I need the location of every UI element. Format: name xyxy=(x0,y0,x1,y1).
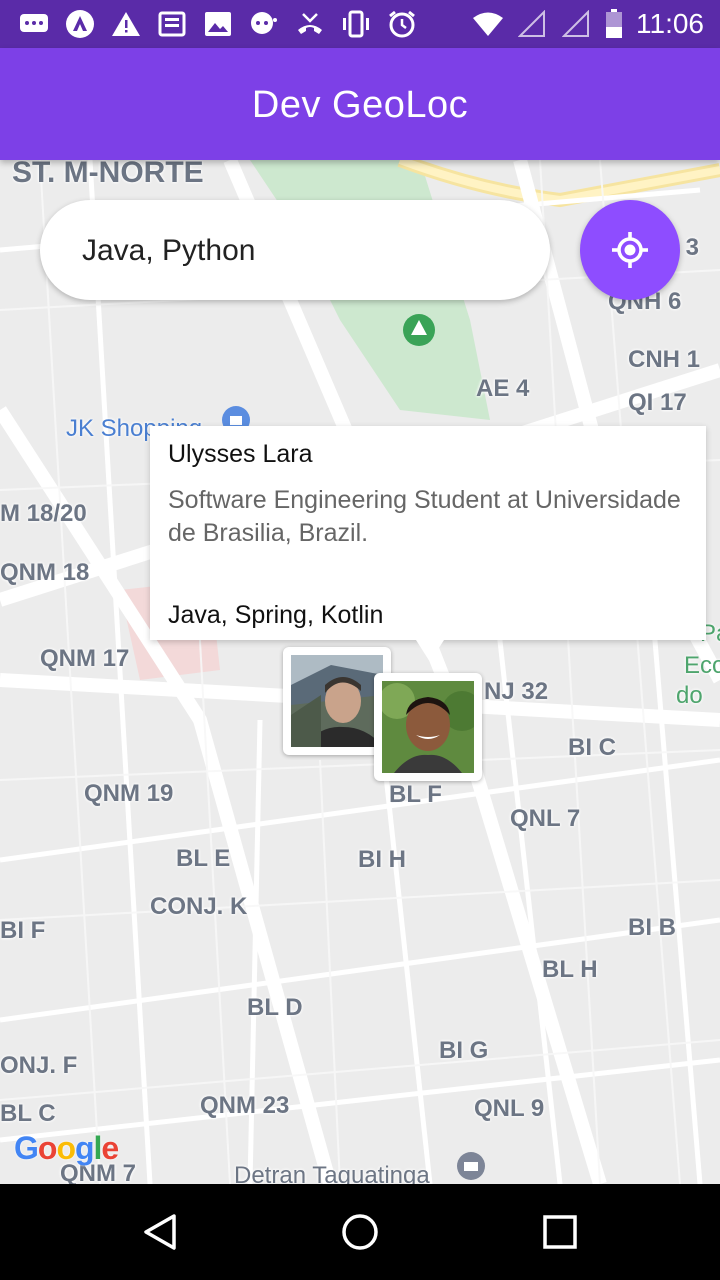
dev-name: Ulysses Lara xyxy=(168,440,313,468)
app-icon xyxy=(64,8,96,40)
map-label: BL H xyxy=(542,956,598,983)
warning-icon xyxy=(110,8,142,40)
navigation-bar xyxy=(0,1184,720,1280)
map-label: CNH 1 xyxy=(628,346,701,373)
google-letter: o xyxy=(37,1130,58,1166)
map-label: QNL 7 xyxy=(510,805,581,832)
avatar xyxy=(291,655,383,747)
map-label: NJ 32 xyxy=(484,678,549,705)
news-icon xyxy=(156,8,188,40)
map-label: Eco xyxy=(684,652,720,679)
system-status: 11:06 xyxy=(472,8,704,40)
map-label: QNM 18 xyxy=(0,559,90,586)
google-logo: Google xyxy=(14,1130,119,1167)
missed-call-icon xyxy=(294,8,326,40)
google-letter: G xyxy=(14,1130,39,1166)
map-label: ONJ. F xyxy=(0,1052,78,1079)
avatar xyxy=(382,681,474,773)
map-label: AE 4 xyxy=(476,375,530,402)
map-label: QNM 17 xyxy=(40,645,130,672)
signal-icon-2 xyxy=(560,8,592,40)
map-label: BI B xyxy=(628,914,676,941)
signal-icon xyxy=(516,8,548,40)
dev-bio: Software Engineering Student at Universi… xyxy=(168,486,681,547)
map-label-poi: Detran Taguatinga xyxy=(234,1162,430,1184)
vibrate-icon xyxy=(340,8,372,40)
map-label: BI G xyxy=(439,1037,489,1064)
map-label: QNL 9 xyxy=(474,1095,545,1122)
google-letter: g xyxy=(74,1130,95,1166)
google-letter: o xyxy=(56,1130,76,1166)
image-icon xyxy=(202,8,234,40)
search-box xyxy=(40,200,550,302)
wifi-icon xyxy=(472,8,504,40)
search-input[interactable] xyxy=(80,200,524,302)
my-location-icon xyxy=(612,232,648,268)
status-bar: 11:06 xyxy=(0,0,720,48)
map-label: do xyxy=(676,682,703,709)
recents-icon xyxy=(543,1215,577,1249)
dev-callout[interactable]: Ulysses Lara Software Engineering Studen… xyxy=(150,426,706,662)
home-icon xyxy=(342,1214,378,1250)
map-label: QNM 23 xyxy=(200,1092,290,1119)
app-title: Dev GeoLoc xyxy=(251,84,469,126)
recents-button[interactable] xyxy=(536,1208,584,1256)
alarm-icon xyxy=(386,8,418,40)
back-button[interactable] xyxy=(136,1208,184,1256)
messages-icon xyxy=(18,8,50,40)
map-label: BI F xyxy=(0,917,46,944)
dev-techs: Java, Spring, Kotlin xyxy=(168,601,384,629)
clock: 11:06 xyxy=(636,8,704,39)
google-letter: e xyxy=(101,1130,119,1166)
map-label: ST. M-NORTE xyxy=(12,160,204,189)
map-label: BL D xyxy=(247,994,303,1021)
map-label: BI C xyxy=(568,734,616,761)
map-label: BI H xyxy=(358,846,406,873)
map-label: BL C xyxy=(0,1100,56,1127)
map-label: QNM 19 xyxy=(84,780,174,807)
map-label: CONJ. K xyxy=(150,893,248,920)
battery-icon xyxy=(604,8,624,40)
dev-marker[interactable] xyxy=(374,673,482,781)
chat-icon xyxy=(248,8,280,40)
map-label: QI 17 xyxy=(628,389,687,416)
map-label: BL E xyxy=(176,845,231,872)
app-bar: Dev GeoLoc xyxy=(0,48,720,160)
home-button[interactable] xyxy=(336,1208,384,1256)
notification-icons xyxy=(18,8,418,40)
locate-button[interactable] xyxy=(580,200,680,300)
back-icon xyxy=(144,1214,176,1250)
map-label: M 18/20 xyxy=(0,500,87,527)
map-label: BL F xyxy=(389,781,442,808)
